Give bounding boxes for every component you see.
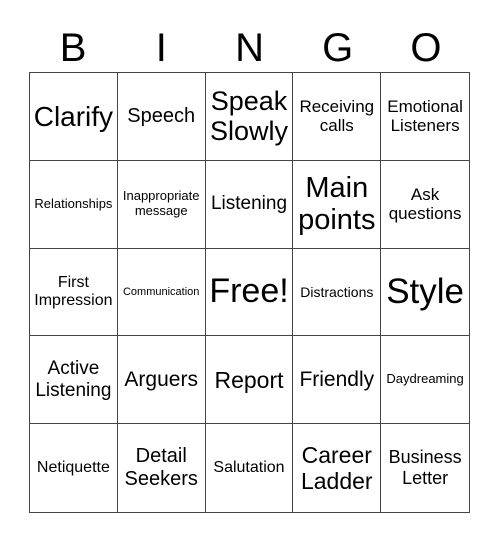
header-letter-i: I xyxy=(155,26,167,70)
bingo-cell[interactable]: Inappropriate message xyxy=(117,160,206,249)
bingo-header: B I N G O xyxy=(29,24,470,72)
header-letter-o: O xyxy=(410,26,442,70)
bingo-cell-free[interactable]: Free! xyxy=(205,248,294,337)
bingo-cell[interactable]: Emotional Listeners xyxy=(381,73,469,161)
bingo-cell[interactable]: Salutation xyxy=(206,424,294,512)
bingo-cell[interactable]: Friendly xyxy=(293,336,382,425)
bingo-cell[interactable]: Speak Slowly xyxy=(205,73,294,161)
bingo-cell[interactable]: Career Ladder xyxy=(293,424,382,512)
bingo-cell[interactable]: Daydreaming xyxy=(381,336,469,425)
header-letter-g: G xyxy=(322,26,354,70)
bingo-grid: Clarify Speech Speak Slowly Receiving ca… xyxy=(29,72,470,513)
bingo-cell[interactable]: Ask questions xyxy=(381,161,469,249)
bingo-cell[interactable]: Detail Seekers xyxy=(118,424,206,512)
bingo-cell[interactable]: Arguers xyxy=(117,336,206,425)
bingo-cell[interactable]: Listening xyxy=(205,160,294,249)
bingo-cell[interactable]: Clarify xyxy=(30,73,118,161)
bingo-cell[interactable]: Relationships xyxy=(30,160,118,249)
bingo-cell[interactable]: Business Letter xyxy=(381,424,469,512)
header-letter-n: N xyxy=(235,26,264,70)
bingo-cell[interactable]: Active Listening xyxy=(30,336,118,425)
header-letter-b: B xyxy=(59,26,87,70)
bingo-cell[interactable]: Style xyxy=(381,249,469,337)
bingo-cell[interactable]: Receiving calls xyxy=(293,73,382,161)
bingo-cell[interactable]: First Impression xyxy=(30,248,118,337)
bingo-cell[interactable]: Main points xyxy=(293,160,382,249)
bingo-cell[interactable]: Communication xyxy=(117,248,206,337)
bingo-cell[interactable]: Speech xyxy=(117,73,206,161)
bingo-cell[interactable]: Distractions xyxy=(293,248,382,337)
bingo-cell[interactable]: Netiquette xyxy=(30,424,118,512)
bingo-cell[interactable]: Report xyxy=(205,336,294,425)
